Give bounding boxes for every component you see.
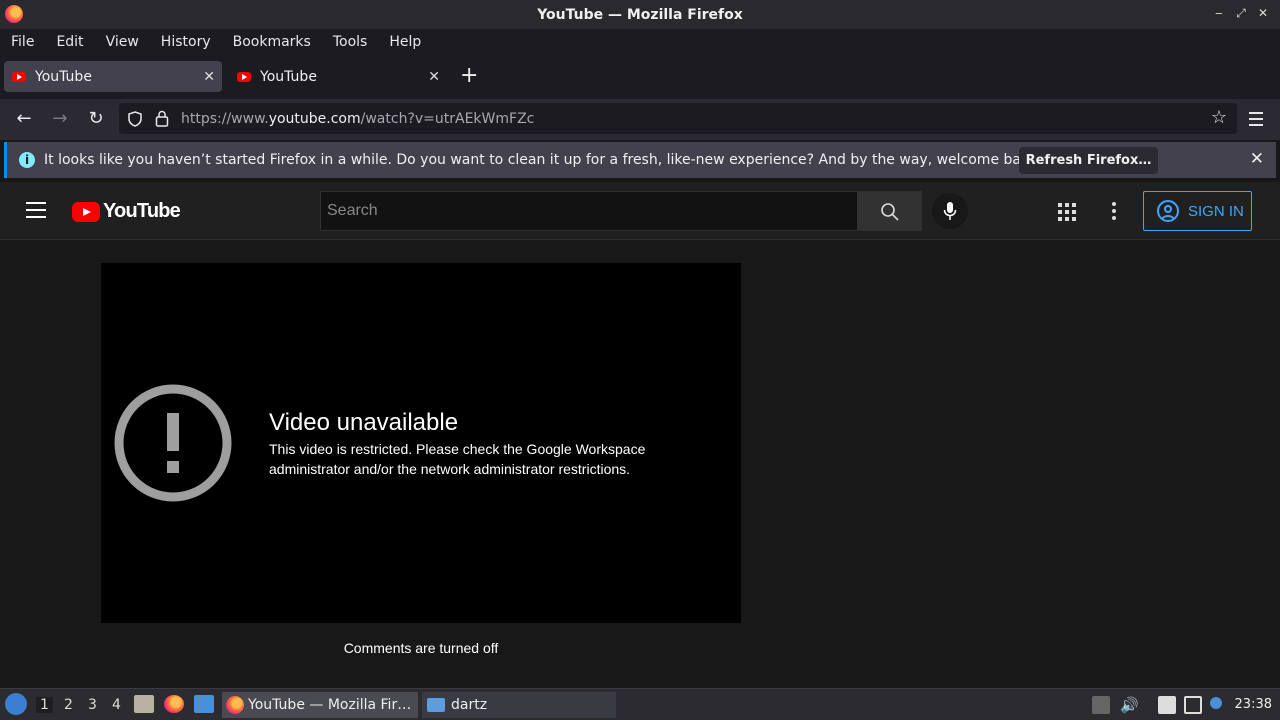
bookmark-star-icon[interactable]: ☆ <box>1211 107 1227 128</box>
video-error-title: Video unavailable <box>269 409 459 436</box>
tab-label: YouTube <box>260 68 317 85</box>
reload-icon[interactable]: ↻ <box>86 109 106 129</box>
volume-icon[interactable]: 🔊 <box>1120 696 1139 714</box>
workspace-3[interactable]: 3 <box>88 697 97 713</box>
new-tab-plus-icon[interactable]: + <box>460 64 478 88</box>
search-icon <box>881 203 899 221</box>
youtube-play-icon <box>72 201 100 222</box>
comments-status: Comments are turned off <box>343 640 499 656</box>
folder-icon <box>427 698 445 712</box>
video-player[interactable]: Video unavailable This video is restrict… <box>101 263 741 623</box>
search-input[interactable]: Search <box>320 191 858 231</box>
url-bar[interactable]: https://www.youtube.com/watch?v=utrAEkWm… <box>119 103 1237 134</box>
search-button[interactable] <box>858 191 922 231</box>
refresh-firefox-button[interactable]: Refresh Firefox… <box>1019 147 1158 174</box>
tab-youtube-2[interactable]: YouTube ✕ <box>229 61 447 92</box>
notification-message: It looks like you haven’t started Firefo… <box>44 152 1043 168</box>
refresh-notification-bar: i It looks like you haven’t started Fire… <box>4 142 1276 178</box>
system-taskbar: 1 2 3 4 YouTube — Mozilla Fir… dartz 🔊 2… <box>0 688 1280 720</box>
close-tab-icon[interactable]: ✕ <box>428 69 440 85</box>
firefox-logo-icon <box>5 5 23 23</box>
microphone-icon <box>943 202 957 220</box>
voice-search-button[interactable] <box>932 193 968 229</box>
start-menu-icon[interactable] <box>5 693 27 715</box>
sign-in-label: SIGN IN <box>1188 202 1244 220</box>
forward-arrow-icon[interactable]: → <box>50 109 70 129</box>
url-text: https://www.youtube.com/watch?v=utrAEkWm… <box>181 110 535 127</box>
menu-file[interactable]: File <box>11 34 34 50</box>
workspace-1[interactable]: 1 <box>36 697 53 713</box>
minimize-icon[interactable]: ‒ <box>1212 6 1226 20</box>
tray-updates-icon[interactable] <box>1092 696 1110 714</box>
notification-icon[interactable] <box>1210 697 1222 709</box>
lock-icon[interactable] <box>155 110 169 127</box>
tab-label: YouTube <box>35 68 92 85</box>
video-error-message: This video is restricted. Please check t… <box>269 441 646 477</box>
taskbar-app-label: dartz <box>451 697 488 713</box>
account-circle-icon <box>1157 200 1179 222</box>
menu-history[interactable]: History <box>161 34 211 50</box>
youtube-wordmark: YouTube <box>103 200 181 222</box>
taskbar-app-dartz[interactable]: dartz <box>422 692 616 718</box>
firefox-launcher-icon[interactable] <box>164 695 184 713</box>
back-arrow-icon[interactable]: ← <box>14 109 34 129</box>
clock: 23:38 <box>1234 697 1272 712</box>
navigation-bar: ← → ↻ https://www.youtube.com/watch?v=ut… <box>0 99 1280 140</box>
app-menu-icon[interactable] <box>1249 112 1263 126</box>
info-icon: i <box>19 152 35 168</box>
firefox-icon <box>226 696 244 714</box>
workspace-2[interactable]: 2 <box>64 697 73 713</box>
taskbar-app-label: YouTube — Mozilla Fir… <box>248 697 412 713</box>
close-tab-icon[interactable]: ✕ <box>203 69 215 85</box>
shield-icon[interactable] <box>127 111 143 127</box>
workspace-4[interactable]: 4 <box>112 697 121 713</box>
menu-edit[interactable]: Edit <box>56 34 83 50</box>
guide-menu-icon[interactable] <box>26 202 46 218</box>
close-notification-icon[interactable]: ✕ <box>1250 149 1264 169</box>
youtube-favicon-icon <box>12 71 26 82</box>
display-icon[interactable] <box>1184 696 1202 714</box>
exclamation-circle-icon <box>114 384 232 502</box>
menu-bookmarks[interactable]: Bookmarks <box>233 34 311 50</box>
file-manager-icon[interactable] <box>134 695 154 713</box>
menu-bar: File Edit View History Bookmarks Tools H… <box>0 29 1280 54</box>
apps-grid-icon[interactable] <box>1058 203 1076 221</box>
menu-view[interactable]: View <box>106 34 139 50</box>
window-icon[interactable] <box>194 695 214 713</box>
menu-help[interactable]: Help <box>389 34 421 50</box>
youtube-favicon-icon <box>237 71 251 82</box>
search-placeholder: Search <box>327 202 378 219</box>
taskbar-app-firefox[interactable]: YouTube — Mozilla Fir… <box>222 692 418 718</box>
clipboard-icon[interactable] <box>1158 696 1176 714</box>
tab-youtube-1[interactable]: YouTube ✕ <box>4 61 222 92</box>
sign-in-button[interactable]: SIGN IN <box>1143 191 1252 231</box>
youtube-logo[interactable]: YouTube <box>72 200 181 223</box>
window-titlebar: YouTube — Mozilla Firefox ‒ ⤢ ✕ <box>0 0 1280 29</box>
maximize-icon[interactable]: ⤢ <box>1234 6 1248 20</box>
tab-bar: YouTube ✕ YouTube ✕ <box>0 54 1280 99</box>
youtube-header: YouTube Search SIGN IN <box>0 182 1280 240</box>
window-title: YouTube — Mozilla Firefox <box>537 6 743 23</box>
menu-tools[interactable]: Tools <box>333 34 368 50</box>
close-window-icon[interactable]: ✕ <box>1256 6 1270 20</box>
more-options-icon[interactable] <box>1112 202 1118 220</box>
